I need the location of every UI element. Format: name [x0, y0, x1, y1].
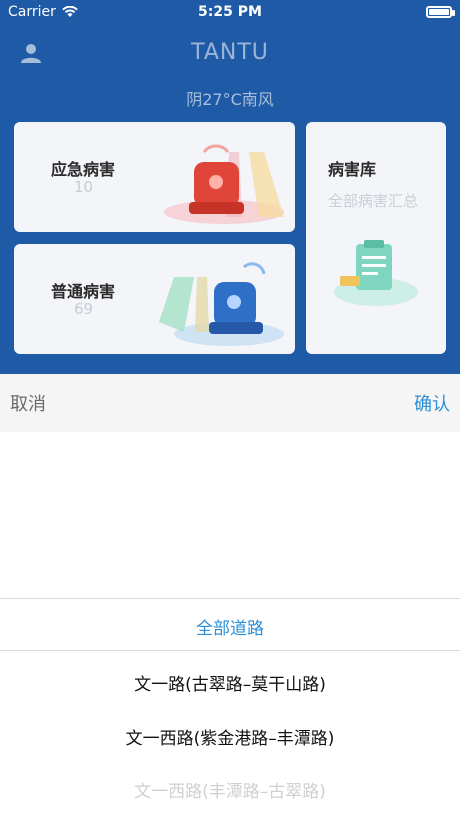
picker-option[interactable]: 文一路(古翠路–莫干山路) — [0, 670, 460, 695]
weather-info: 阴27°C南风 — [186, 90, 274, 109]
siren-blue-illustration-icon — [159, 262, 284, 346]
confirm-button[interactable]: 确认 — [414, 390, 450, 416]
status-bar: Carrier 5:25 PM — [0, 0, 460, 24]
emergency-card-title: 应急病害 — [51, 160, 116, 179]
emergency-disease-card[interactable]: 应急病害 10 — [14, 122, 295, 232]
library-card-subtitle: 全部病害汇总 — [328, 192, 419, 210]
picker-option[interactable]: 文一西路(紫金港路–丰潭路) — [0, 724, 460, 749]
siren-illustration-icon — [164, 144, 284, 224]
picker-selection-bottom-line — [0, 650, 460, 651]
status-time: 5:25 PM — [198, 4, 262, 20]
normal-card-title: 普通病害 — [51, 282, 116, 301]
picker-selection-top-line — [0, 598, 460, 599]
normal-card-count: 69 — [74, 300, 94, 318]
battery-icon — [426, 6, 455, 18]
app-title: TANTU — [191, 40, 269, 65]
picker-option[interactable]: 文一西路(丰潭路–古翠路) — [0, 777, 460, 802]
emergency-card-count: 10 — [74, 178, 94, 196]
disease-library-card[interactable]: 病害库 全部病害汇总 — [306, 122, 446, 354]
library-card-title: 病害库 — [328, 160, 377, 179]
cancel-button[interactable]: 取消 — [10, 390, 46, 416]
road-picker-sheet: 取消 确认 全部道路 文一路(古翠路–莫干山路) 文一西路(紫金港路–丰潭路) … — [0, 374, 460, 818]
picker-option[interactable]: 全部道路 — [0, 614, 460, 639]
clipboard-illustration-icon — [334, 240, 418, 306]
normal-disease-card[interactable]: 普通病害 69 — [14, 244, 295, 354]
picker-toolbar: 取消 确认 — [0, 374, 460, 432]
